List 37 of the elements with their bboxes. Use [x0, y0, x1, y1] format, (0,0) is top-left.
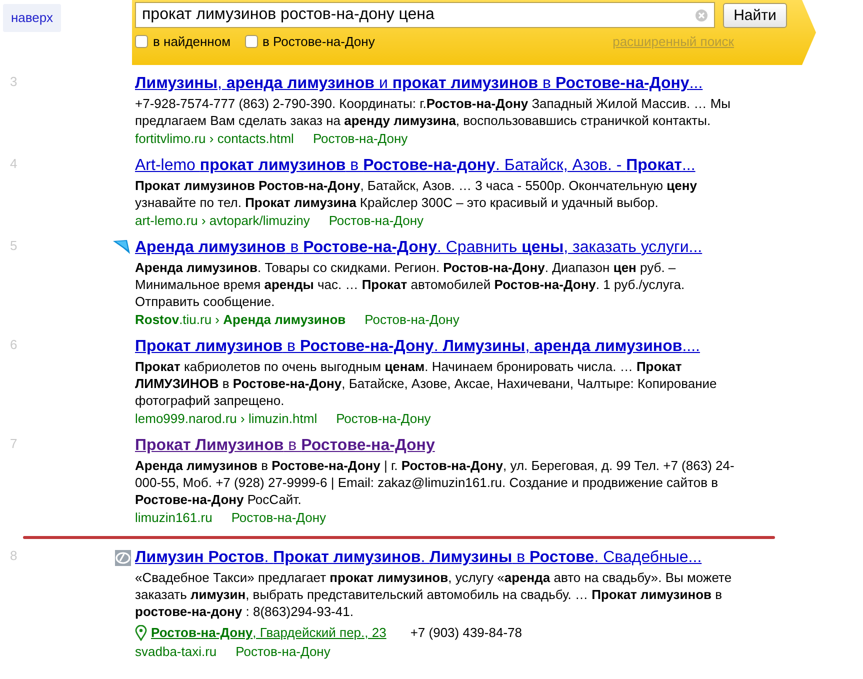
- result-title-link[interactable]: Прокат Лимузинов в Ростове-на-Дону: [135, 436, 435, 456]
- region-link[interactable]: Ростов-на-Дону: [364, 311, 460, 328]
- region-link[interactable]: Ростов-на-Дону: [236, 643, 330, 660]
- result-snippet: «Свадебное Такси» предлагает прокат лимузинов, услугу «аренда авто на свадьбу». Вы можете заказать лимузин, выбрать представительский автомобиль на свадьбу. … Прокат лимузинов в ростове-на-дону : 8(863)294-93-41.: [135, 569, 733, 620]
- result-title-link[interactable]: Прокат лимузинов в Ростове-на-Дону. Лимузины, аренда лимузинов....: [135, 337, 700, 357]
- result-url-link[interactable]: Rostov.tiu.ru › Аренда лимузинов: [135, 311, 346, 328]
- result-snippet: Аренда лимузинов. Товары со скидками. Регион. Ростов-на-Дону. Диапазон цен руб. – Минимальное время аренды час. … Прокат автомобилей Ростов-на-Дону. 1 руб./услуга. Отправить сообщение.: [135, 259, 686, 310]
- region-link[interactable]: Ростов-на-Дону: [231, 509, 326, 526]
- clear-icon[interactable]: [695, 8, 708, 22]
- phone-number: +7 (903) 439-84-78: [410, 624, 522, 642]
- result-url-link[interactable]: svadba-taxi.ru: [135, 643, 217, 660]
- search-button[interactable]: Найти: [723, 2, 787, 28]
- result-url-link[interactable]: lemo999.narod.ru › limuzin.html: [135, 410, 318, 427]
- search-field[interactable]: прокат лимузинов ростов-на-дону цена: [135, 2, 715, 28]
- result-snippet: Прокат кабриолетов по очень выгодным ценам. Начинаем бронировать числа. … Прокат ЛИМУЗИНОВ в Ростове-на-Дону, Батайске, Азове, Аксае, Нахичевани, Чалтыре: Копирование фотографий запрещено.: [135, 358, 718, 409]
- site-logo-icon: [115, 550, 131, 566]
- result-title-link[interactable]: Лимузины, аренда лимузинов и прокат лимузинов в Ростове-на-Дону...: [135, 74, 703, 94]
- region-link[interactable]: Ростов-на-Дону: [312, 130, 408, 147]
- result-url-link[interactable]: art-lemo.ru › avtopark/limuziny: [135, 212, 310, 229]
- checkbox-label: в Ростове-на-Дону: [262, 34, 375, 49]
- checkbox[interactable]: [244, 35, 258, 48]
- region-link[interactable]: Ростов-на-Дону: [328, 212, 424, 229]
- result-snippet: Прокат лимузинов Ростов-на-Дону, Батайск, Азов. … 3 часа - 5500р. Окончательную цену узнавайте по тел. Прокат лимузина Крайслер 300C – это красивый и удачный выбор.: [135, 177, 698, 211]
- back-to-top-button[interactable]: наверх: [3, 4, 61, 32]
- map-pin-icon: [135, 625, 147, 641]
- flag-icon: [113, 240, 131, 255]
- region-link[interactable]: Ростов-на-Дону: [336, 410, 431, 427]
- result-title-link[interactable]: Аренда лимузинов в Ростове-на-Дону. Сравнить цены, заказать услуги...: [135, 238, 702, 258]
- result-snippet: Аренда лимузинов в Ростове-на-Дону | г. Ростов-на-Дону, ул. Береговая, д. 99 Тел. +7 (863) 24-000-55, Моб. +7 (928) 27-9999-6 | Email: zakaz@limuzin161.ru. Создание и продвижение сайтов в Ростове-на-Дону РосСайт.: [135, 457, 735, 508]
- address-link[interactable]: Ростов-на-Дону, Гвардейский пер., 23: [151, 624, 386, 642]
- result-url-link[interactable]: limuzin161.ru: [135, 509, 212, 526]
- result-snippet: +7-928-7574-777 (863) 2-790-390. Координаты: г.Ростов-на-Дону Западный Жилой Массив. … Мы предлагаем Вам сделать заказ на аренду лимузина, воспользовавшись страничкой контакты.: [135, 95, 732, 129]
- result-title-link[interactable]: Лимузин Ростов. Прокат лимузинов. Лимузины в Ростове. Свадебные...: [135, 548, 702, 568]
- checkbox-label: в найденном: [153, 34, 231, 49]
- result-url-link[interactable]: fortitvlimo.ru › contacts.html: [135, 130, 294, 147]
- checkbox[interactable]: [135, 35, 148, 48]
- result-title-link[interactable]: Art-lemo прокат лимузинов в Ростове-на-дону. Батайск, Азов. - Прокат...: [135, 156, 696, 176]
